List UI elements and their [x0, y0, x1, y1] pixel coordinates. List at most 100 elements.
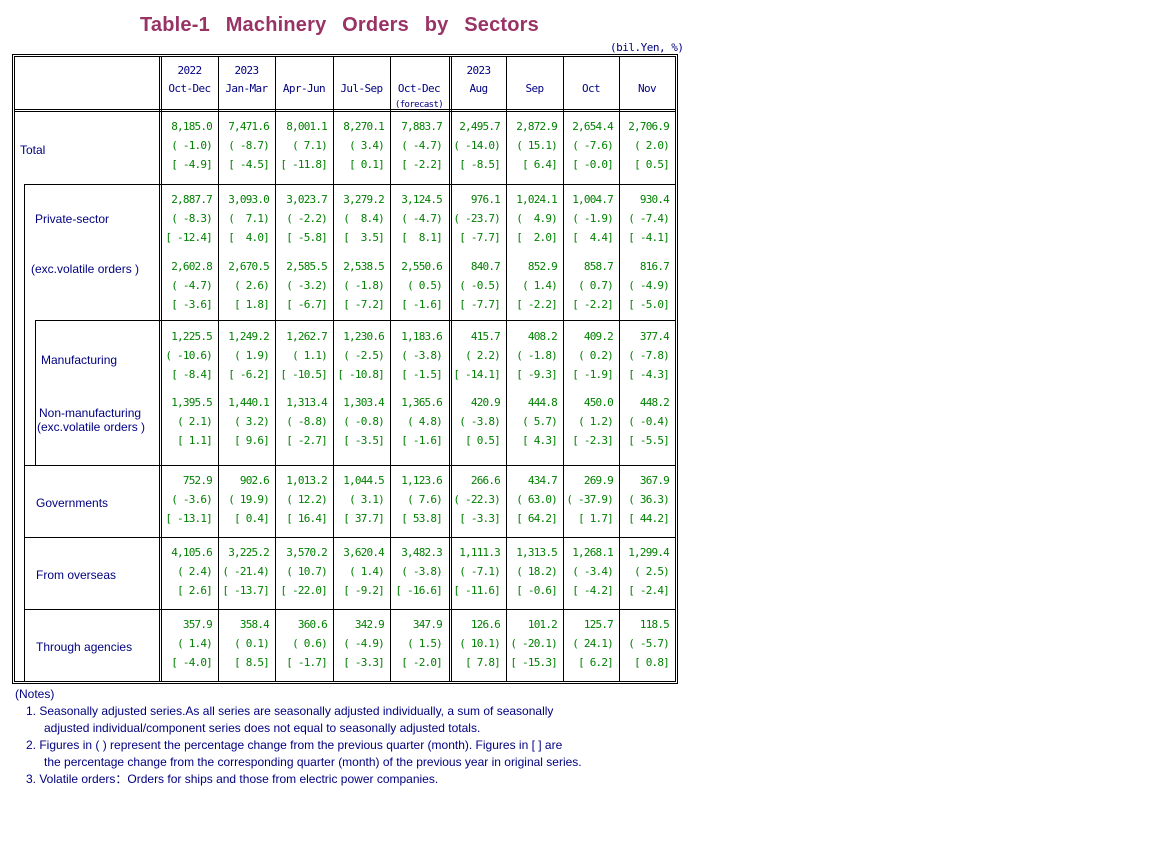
cell-qoq-change: ( 63.0)	[516, 493, 558, 506]
row-label: Through agencies	[36, 640, 132, 654]
cell-qoq-change: ( 12.2)	[286, 493, 328, 506]
cell-qoq-change: ( 24.1)	[572, 637, 614, 650]
cell-qoq-change: ( -7.8)	[628, 349, 670, 362]
cell-yoy-change: [ -3.3]	[343, 656, 385, 669]
cell-value: 448.2	[639, 396, 670, 409]
row-label-text: From overseas	[36, 568, 117, 582]
cell-qoq-change: ( 1.4)	[177, 637, 213, 650]
table-cell: 347.9 ( 1.5) [ -2.0]	[390, 615, 443, 672]
cell-yoy-change: [ 2.0]	[516, 231, 558, 244]
cell-value: 858.7	[583, 260, 614, 273]
cell-value: 2,495.7	[459, 120, 501, 133]
row-label: Manufacturing	[41, 353, 117, 367]
cell-qoq-change: ( 2.6)	[234, 279, 270, 292]
row-label-text: Non-manufacturing	[39, 406, 142, 420]
note-1: 1. Seasonally adjusted series.As all ser…	[26, 704, 554, 718]
column-header: 2022 Oct-Dec	[161, 57, 218, 112]
cell-yoy-change: [ 44.2]	[628, 512, 670, 525]
cell-qoq-change: ( -2.5)	[343, 349, 385, 362]
cell-yoy-change: [ -1.5]	[401, 368, 443, 381]
cell-value: 444.8	[527, 396, 558, 409]
column-year	[275, 62, 333, 80]
cell-yoy-change: [ -2.2]	[401, 158, 443, 171]
column-year	[619, 62, 675, 80]
cell-yoy-change: [ -6.7]	[286, 298, 328, 311]
cell-value: 266.6	[470, 474, 501, 487]
row-label: Non-manufacturing (exc.volatile orders )	[37, 406, 145, 434]
cell-qoq-change: ( -5.7)	[628, 637, 670, 650]
cell-qoq-change: ( -3.4)	[572, 565, 614, 578]
column-header: Apr-Jun	[275, 57, 333, 112]
row-divider	[24, 609, 675, 610]
table-cell: 101.2 ( -20.1) [ -15.3]	[506, 615, 557, 672]
cell-value: 2,585.5	[286, 260, 328, 273]
cell-yoy-change: [ -1.7]	[286, 656, 328, 669]
table-cell: 357.9 ( 1.4) [ -4.0]	[161, 615, 213, 672]
cell-value: 1,004.7	[572, 193, 614, 206]
table-cell: 1,313.4 ( -8.8) [ -2.7]	[275, 393, 328, 450]
column-year	[563, 62, 619, 80]
cell-yoy-change: [ -4.1]	[628, 231, 670, 244]
cell-value: 8,001.1	[286, 120, 328, 133]
cell-value: 7,883.7	[401, 120, 443, 133]
cell-qoq-change: ( 10.1)	[459, 637, 501, 650]
table-cell: 3,570.2 ( 10.7) [ -22.0]	[275, 543, 327, 600]
cell-qoq-change: ( -10.6)	[165, 349, 212, 362]
cell-value: 434.7	[527, 474, 558, 487]
table-cell: 377.4 ( -7.8) [ -4.3]	[619, 327, 670, 384]
cell-yoy-change: [ 4.0]	[228, 231, 270, 244]
cell-qoq-change: ( -8.3)	[171, 212, 213, 225]
cell-yoy-change: [ -3.3]	[459, 512, 501, 525]
column-year	[333, 62, 390, 80]
row-label-text: Total	[20, 143, 46, 157]
table-cell: 1,013.2 ( 12.2) [ 16.4]	[275, 471, 328, 528]
cell-yoy-change: [ -2.4]	[628, 584, 670, 597]
cell-value: 357.9	[182, 618, 213, 631]
cell-qoq-change: ( -0.4)	[628, 415, 670, 428]
orders-table: 2022 Oct-Dec 2023 Jan-Mar Apr-Jun Jul-Sep Oct-…	[12, 54, 678, 684]
cell-yoy-change: [ 37.7]	[343, 512, 385, 525]
cell-yoy-change: [ -3.6]	[171, 298, 213, 311]
cell-yoy-change: [ 6.4]	[522, 158, 558, 171]
cell-qoq-change: ( 0.2)	[578, 349, 614, 362]
table-cell: 858.7 ( 0.7) [ -2.2]	[563, 257, 614, 314]
cell-qoq-change: ( 7.1)	[292, 139, 328, 152]
cell-yoy-change: [ -16.6]	[395, 584, 442, 597]
table-cell: 1,249.2 ( 1.9) [ -6.2]	[218, 327, 270, 384]
cell-value: 2,654.4	[572, 120, 614, 133]
table-cell: 409.2 ( 0.2) [ -1.9]	[563, 327, 614, 384]
cell-value: 342.9	[354, 618, 385, 631]
cell-yoy-change: [ -1.9]	[572, 368, 614, 381]
cell-yoy-change: [ -7.7]	[459, 231, 501, 244]
cell-yoy-change: [ -22.0]	[280, 584, 327, 597]
table-cell: 342.9 ( -4.9) [ -3.3]	[333, 615, 385, 672]
cell-yoy-change: [ -11.8]	[280, 158, 327, 171]
table-cell: 269.9 ( -37.9) [ 1.7]	[563, 471, 613, 528]
table-cell: 3,093.0 ( 7.1) [ 4.0]	[218, 190, 270, 247]
cell-qoq-change: ( -3.6)	[171, 493, 213, 506]
cell-yoy-change: [ 2.6]	[177, 584, 213, 597]
table-cell: 1,303.4 ( -0.8) [ -3.5]	[333, 393, 385, 450]
column-period: Oct	[581, 82, 601, 95]
unit-label: (bil.Yen, %)	[610, 41, 684, 54]
indent-divider	[35, 320, 36, 465]
column-divider	[563, 57, 564, 681]
table-cell: 1,313.5 ( 18.2) [ -0.6]	[506, 543, 558, 600]
cell-yoy-change: [ 6.2]	[578, 656, 614, 669]
cell-qoq-change: ( -1.9)	[572, 212, 614, 225]
cell-value: 409.2	[583, 330, 614, 343]
cell-qoq-change: ( 2.1)	[177, 415, 213, 428]
cell-value: 408.2	[527, 330, 558, 343]
cell-value: 3,124.5	[401, 193, 443, 206]
cell-yoy-change: [ -5.8]	[286, 231, 328, 244]
cell-value: 1,303.4	[343, 396, 385, 409]
indent-divider	[24, 184, 25, 681]
table-cell: 752.9 ( -3.6) [ -13.1]	[161, 471, 212, 528]
cell-value: 420.9	[470, 396, 501, 409]
cell-value: 118.5	[639, 618, 670, 631]
cell-value: 3,482.3	[401, 546, 443, 559]
cell-yoy-change: [ 9.6]	[234, 434, 270, 447]
table-cell: 8,001.1 ( 7.1) [ -11.8]	[275, 117, 327, 174]
cell-value: 125.7	[583, 618, 614, 631]
cell-yoy-change: [ -10.5]	[280, 368, 327, 381]
